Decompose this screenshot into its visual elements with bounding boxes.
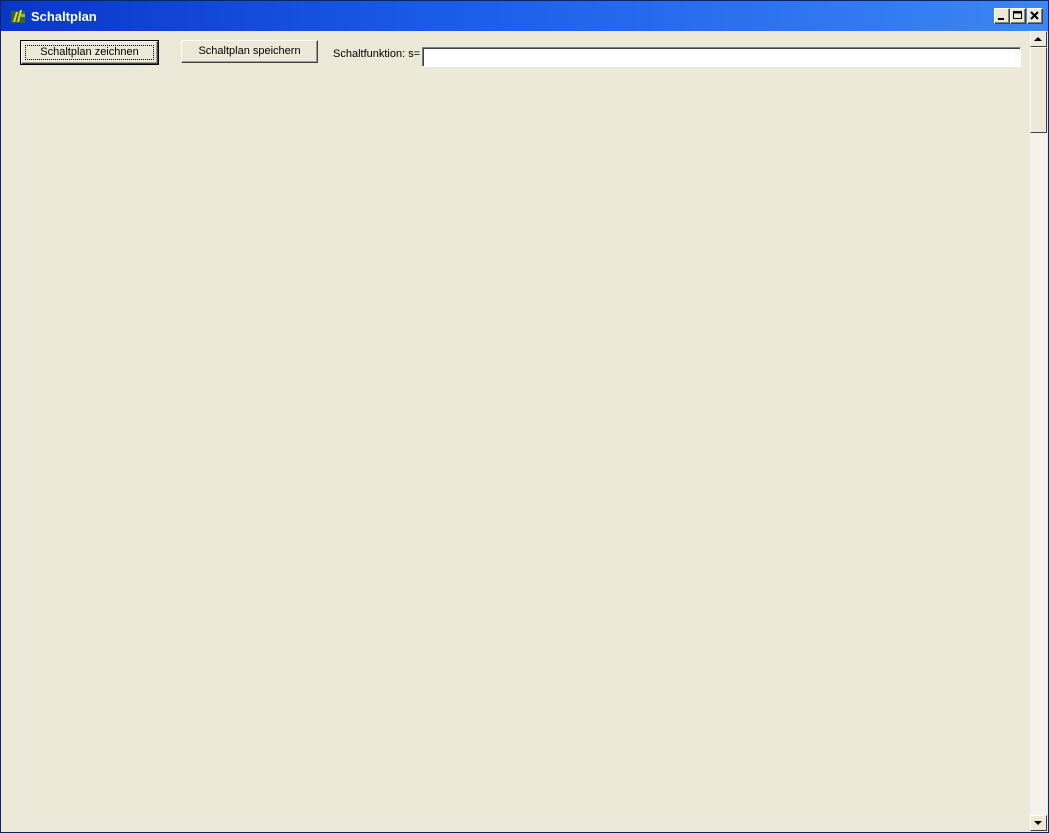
window-title: Schaltplan (31, 9, 97, 24)
maximize-icon (1013, 11, 1022, 19)
vertical-scrollbar[interactable] (1030, 31, 1047, 831)
save-schematic-label: Schaltplan speichern (198, 45, 301, 57)
maximize-button[interactable] (1010, 8, 1026, 24)
arrow-up-icon (1034, 37, 1042, 41)
function-label: Schaltfunktion: s= (333, 48, 421, 60)
save-schematic-button[interactable]: Schaltplan speichern (181, 40, 318, 63)
app-icon (11, 10, 25, 23)
client-area: Schaltplan zeichnen Schaltplan speichern… (4, 31, 1047, 831)
focus-rectangle (25, 45, 154, 60)
scroll-up-button[interactable] (1030, 31, 1047, 47)
title-bar[interactable]: Schaltplan (1, 1, 1048, 31)
minimize-icon (998, 18, 1004, 20)
close-icon (1030, 11, 1039, 20)
draw-schematic-button[interactable]: Schaltplan zeichnen (20, 40, 159, 65)
arrow-down-icon (1034, 821, 1042, 825)
application-window: Schaltplan Schaltplan zeichnen Schaltpla… (0, 0, 1049, 833)
function-input[interactable] (422, 47, 1021, 67)
close-button[interactable] (1027, 8, 1043, 24)
scroll-down-button[interactable] (1030, 815, 1047, 831)
scroll-thumb[interactable] (1030, 47, 1047, 133)
minimize-button[interactable] (994, 8, 1010, 24)
